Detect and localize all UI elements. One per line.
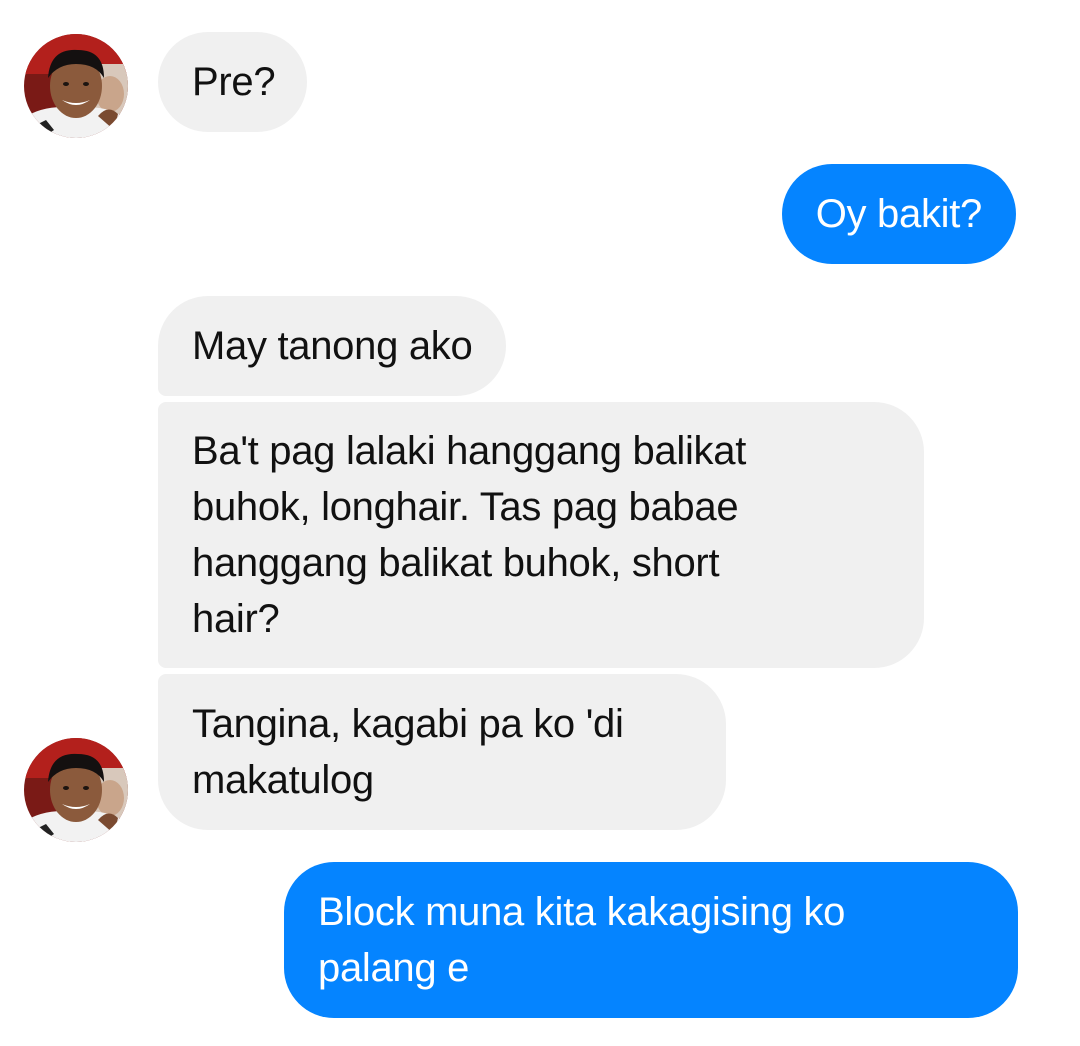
outgoing-message-bubble[interactable]: Oy bakit? [781, 164, 1016, 264]
message-text-line: Tangina, kagabi pa ko 'di [192, 702, 624, 746]
message-text-line: makatulog [192, 758, 374, 802]
message-text-line: buhok, longhair. Tas pag babae [192, 485, 739, 529]
contact-avatar[interactable] [24, 738, 128, 842]
incoming-message-bubble[interactable]: Ba't pag lalaki hanggang balikat buhok, … [158, 402, 924, 668]
profile-photo-icon [24, 738, 128, 842]
message-text-line: Block muna kita kakagising ko [318, 890, 846, 934]
message-text-line: hair? [192, 597, 280, 641]
incoming-message-bubble[interactable]: May tanong ako [158, 296, 507, 396]
message-text-line: hanggang balikat buhok, short [192, 541, 720, 585]
message-text: Oy bakit? [815, 192, 983, 236]
incoming-message-bubble[interactable]: Pre? [158, 32, 308, 132]
contact-avatar[interactable] [24, 34, 128, 138]
incoming-message-bubble[interactable]: Tangina, kagabi pa ko 'di makatulog [158, 674, 726, 830]
outgoing-message-bubble[interactable]: Block muna kita kakagising ko palang e [284, 862, 1018, 1018]
message-text: May tanong ako [192, 324, 473, 368]
message-text-line: palang e [318, 946, 470, 990]
message-text: Pre? [192, 60, 276, 104]
message-text-line: Ba't pag lalaki hanggang balikat [192, 429, 747, 473]
profile-photo-icon [24, 34, 128, 138]
